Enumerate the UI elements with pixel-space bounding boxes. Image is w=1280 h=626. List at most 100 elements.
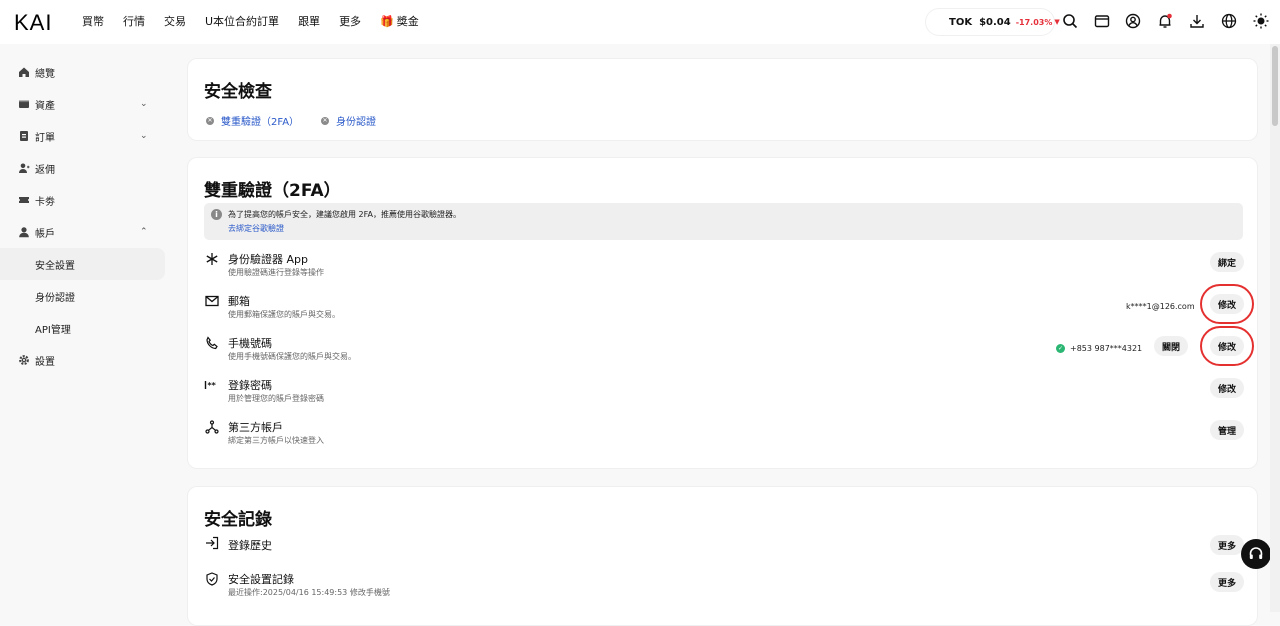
authenticator-icon — [204, 251, 220, 267]
close-circle-icon: ✕ — [206, 116, 214, 125]
row-title: 第三方帳戶 — [228, 421, 283, 434]
account-icon — [18, 226, 30, 238]
sidebar-item-label: 總覽 — [35, 68, 55, 80]
chevron-up-icon[interactable]: ⌃ — [140, 227, 148, 237]
nav-buy-crypto[interactable]: 買幣 — [82, 13, 104, 29]
modify-password-button[interactable]: 修改 — [1210, 378, 1245, 398]
row-desc: 綁定第三方帳戶以快速登入 — [228, 436, 324, 445]
manage-third-party-button[interactable]: 管理 — [1210, 420, 1245, 440]
sidebar-item-label: 資產 — [35, 100, 55, 112]
twofa-title: 雙重驗證（2FA） — [204, 181, 341, 201]
top-header: KAI 買幣 行情 交易 U本位合約訂單 跟單 更多 🎁 獎金 TOK $0.04… — [0, 0, 1280, 44]
ticker-widget[interactable]: TOK $0.04 -17.03% ▼ — [926, 9, 1060, 35]
sidebar-item-identity[interactable]: 身份認證 — [0, 280, 165, 312]
sidebar-item-account[interactable]: 帳戶 ⌃ — [0, 216, 176, 248]
twofa-card: 雙重驗證（2FA） i 為了提高您的帳戶安全，建議您啟用 2FA，推薦使用谷歌驗… — [187, 157, 1258, 469]
chevron-down-icon[interactable]: ⌄ — [140, 99, 148, 109]
nav-copy-trading[interactable]: 跟單 — [298, 13, 320, 29]
download-icon[interactable] — [1189, 13, 1205, 29]
nav-markets[interactable]: 行情 — [123, 13, 145, 29]
nav-usdm-futures[interactable]: U本位合約訂單 — [205, 13, 279, 29]
sidebar-item-orders[interactable]: 訂單 ⌄ — [0, 120, 176, 152]
row-third-party: 第三方帳戶 綁定第三方帳戶以快速登入 管理 — [204, 419, 1245, 459]
home-icon — [18, 66, 30, 78]
phone-icon — [204, 335, 220, 351]
main-nav: 買幣 行情 交易 U本位合約訂單 跟單 更多 🎁 獎金 — [82, 13, 438, 29]
row-desc: 用於管理您的賬戶登錄密碼 — [228, 394, 324, 403]
gear-icon — [18, 354, 30, 366]
check-item-identity[interactable]: ✕ 身份認證 — [321, 113, 376, 128]
sun-icon[interactable] — [1253, 13, 1269, 29]
bind-authenticator-button[interactable]: 綁定 — [1210, 252, 1245, 272]
close-circle-icon: ✕ — [321, 116, 329, 125]
phone-number: +853 987***4321 — [1070, 344, 1143, 353]
sidebar-item-settings[interactable]: 設置 — [0, 344, 176, 376]
svg-text:**: ** — [208, 381, 217, 390]
sidebar-item-label: 帳戶 — [35, 228, 55, 240]
scrollbar-thumb[interactable] — [1272, 46, 1278, 126]
wallet-icon — [18, 98, 30, 110]
shield-icon — [204, 571, 220, 587]
ticker-change: -17.03% — [1015, 17, 1053, 27]
info-icon: i — [211, 209, 222, 220]
disable-phone-button[interactable]: 關閉 — [1154, 336, 1189, 356]
nav-more[interactable]: 更多 — [339, 13, 361, 29]
check-item-2fa[interactable]: ✕ 雙重驗證（2FA） — [206, 113, 299, 128]
sidebar-item-overview[interactable]: 總覽 — [0, 56, 176, 88]
row-title: 登錄密碼 — [228, 379, 272, 392]
row-title: 登錄歷史 — [228, 539, 272, 552]
check-circle-icon: ✓ — [1056, 344, 1065, 353]
ticker-price: $0.04 — [979, 16, 1011, 28]
security-check-card: 安全檢查 ✕ 雙重驗證（2FA） ✕ 身份認證 — [187, 58, 1258, 141]
ticker-symbol: TOK — [949, 16, 973, 28]
row-authenticator: 身份驗證器 App 使用驗證碼進行登錄等操作 綁定 — [204, 251, 1245, 291]
row-desc: 使用郵箱保護您的賬戶與交易。 — [228, 310, 340, 319]
row-title: 手機號碼 — [228, 337, 272, 350]
row-email: 郵箱 使用郵箱保護您的賬戶與交易。 k****1@126.com 修改 — [204, 284, 1255, 333]
email-value: k****1@126.com — [1126, 302, 1195, 311]
sidebar-item-assets[interactable]: 資產 ⌄ — [0, 88, 176, 120]
password-icon: ** — [204, 377, 220, 393]
chevron-down-icon[interactable]: ⌄ — [140, 131, 148, 141]
mail-icon — [204, 293, 220, 309]
row-desc: 使用驗證碼進行登錄等操作 — [228, 268, 324, 277]
user-icon[interactable] — [1125, 13, 1141, 29]
globe-icon[interactable] — [1221, 13, 1237, 29]
twofa-notice: i 為了提高您的帳戶安全，建議您啟用 2FA，推薦使用谷歌驗證器。 去綁定谷歌驗… — [204, 203, 1243, 240]
check-item-label: 身份認證 — [336, 117, 376, 128]
security-log-more-button[interactable]: 更多 — [1210, 572, 1245, 592]
sidebar-item-vouchers[interactable]: 卡劵 — [0, 184, 176, 216]
records-title: 安全記錄 — [204, 510, 272, 530]
row-desc: 使用手機號碼保護您的賬戶與交易。 — [228, 352, 356, 361]
bind-google-link[interactable]: 去綁定谷歌驗證 — [228, 223, 284, 234]
login-history-more-button[interactable]: 更多 — [1210, 535, 1245, 555]
row-desc: 最近操作:2025/04/16 15:49:53 修改手機號 — [228, 588, 390, 597]
sidebar-item-label: 設置 — [35, 356, 55, 368]
wallet-icon[interactable] — [1094, 13, 1110, 29]
row-title: 安全設置記錄 — [228, 573, 294, 586]
order-icon — [18, 130, 30, 142]
down-triangle-icon: ▼ — [1054, 18, 1060, 26]
logo[interactable]: KAI — [14, 10, 52, 36]
page-scrollbar[interactable] — [1270, 44, 1280, 612]
sidebar: 總覽 資產 ⌄ 訂單 ⌄ 返佣 卡劵 帳戶 ⌃ 安全設置 身份認證 API管理 … — [0, 56, 176, 376]
modify-email-button[interactable]: 修改 — [1199, 284, 1255, 324]
ticket-icon — [18, 194, 30, 206]
sidebar-item-security-settings[interactable]: 安全設置 — [0, 248, 165, 280]
headset-icon — [1249, 547, 1263, 559]
nav-rewards[interactable]: 🎁 獎金 — [380, 13, 419, 29]
support-headset-button[interactable] — [1241, 539, 1271, 569]
bell-icon[interactable] — [1157, 13, 1173, 29]
row-phone: 手機號碼 使用手機號碼保護您的賬戶與交易。 ✓ +853 987***4321 … — [204, 326, 1255, 375]
nav-rewards-label: 獎金 — [396, 15, 419, 28]
row-title: 郵箱 — [228, 295, 250, 308]
search-icon[interactable] — [1062, 13, 1078, 29]
modify-phone-button[interactable]: 修改 — [1199, 326, 1255, 366]
third-party-icon — [204, 419, 220, 435]
sidebar-item-api[interactable]: API管理 — [0, 312, 165, 344]
nav-trade[interactable]: 交易 — [164, 13, 186, 29]
row-login-history: 登錄歷史 更多 — [204, 535, 1245, 575]
row-login-password: ** 登錄密碼 用於管理您的賬戶登錄密碼 修改 — [204, 377, 1245, 417]
sidebar-item-referral[interactable]: 返佣 — [0, 152, 176, 184]
row-title: 身份驗證器 App — [228, 253, 308, 266]
